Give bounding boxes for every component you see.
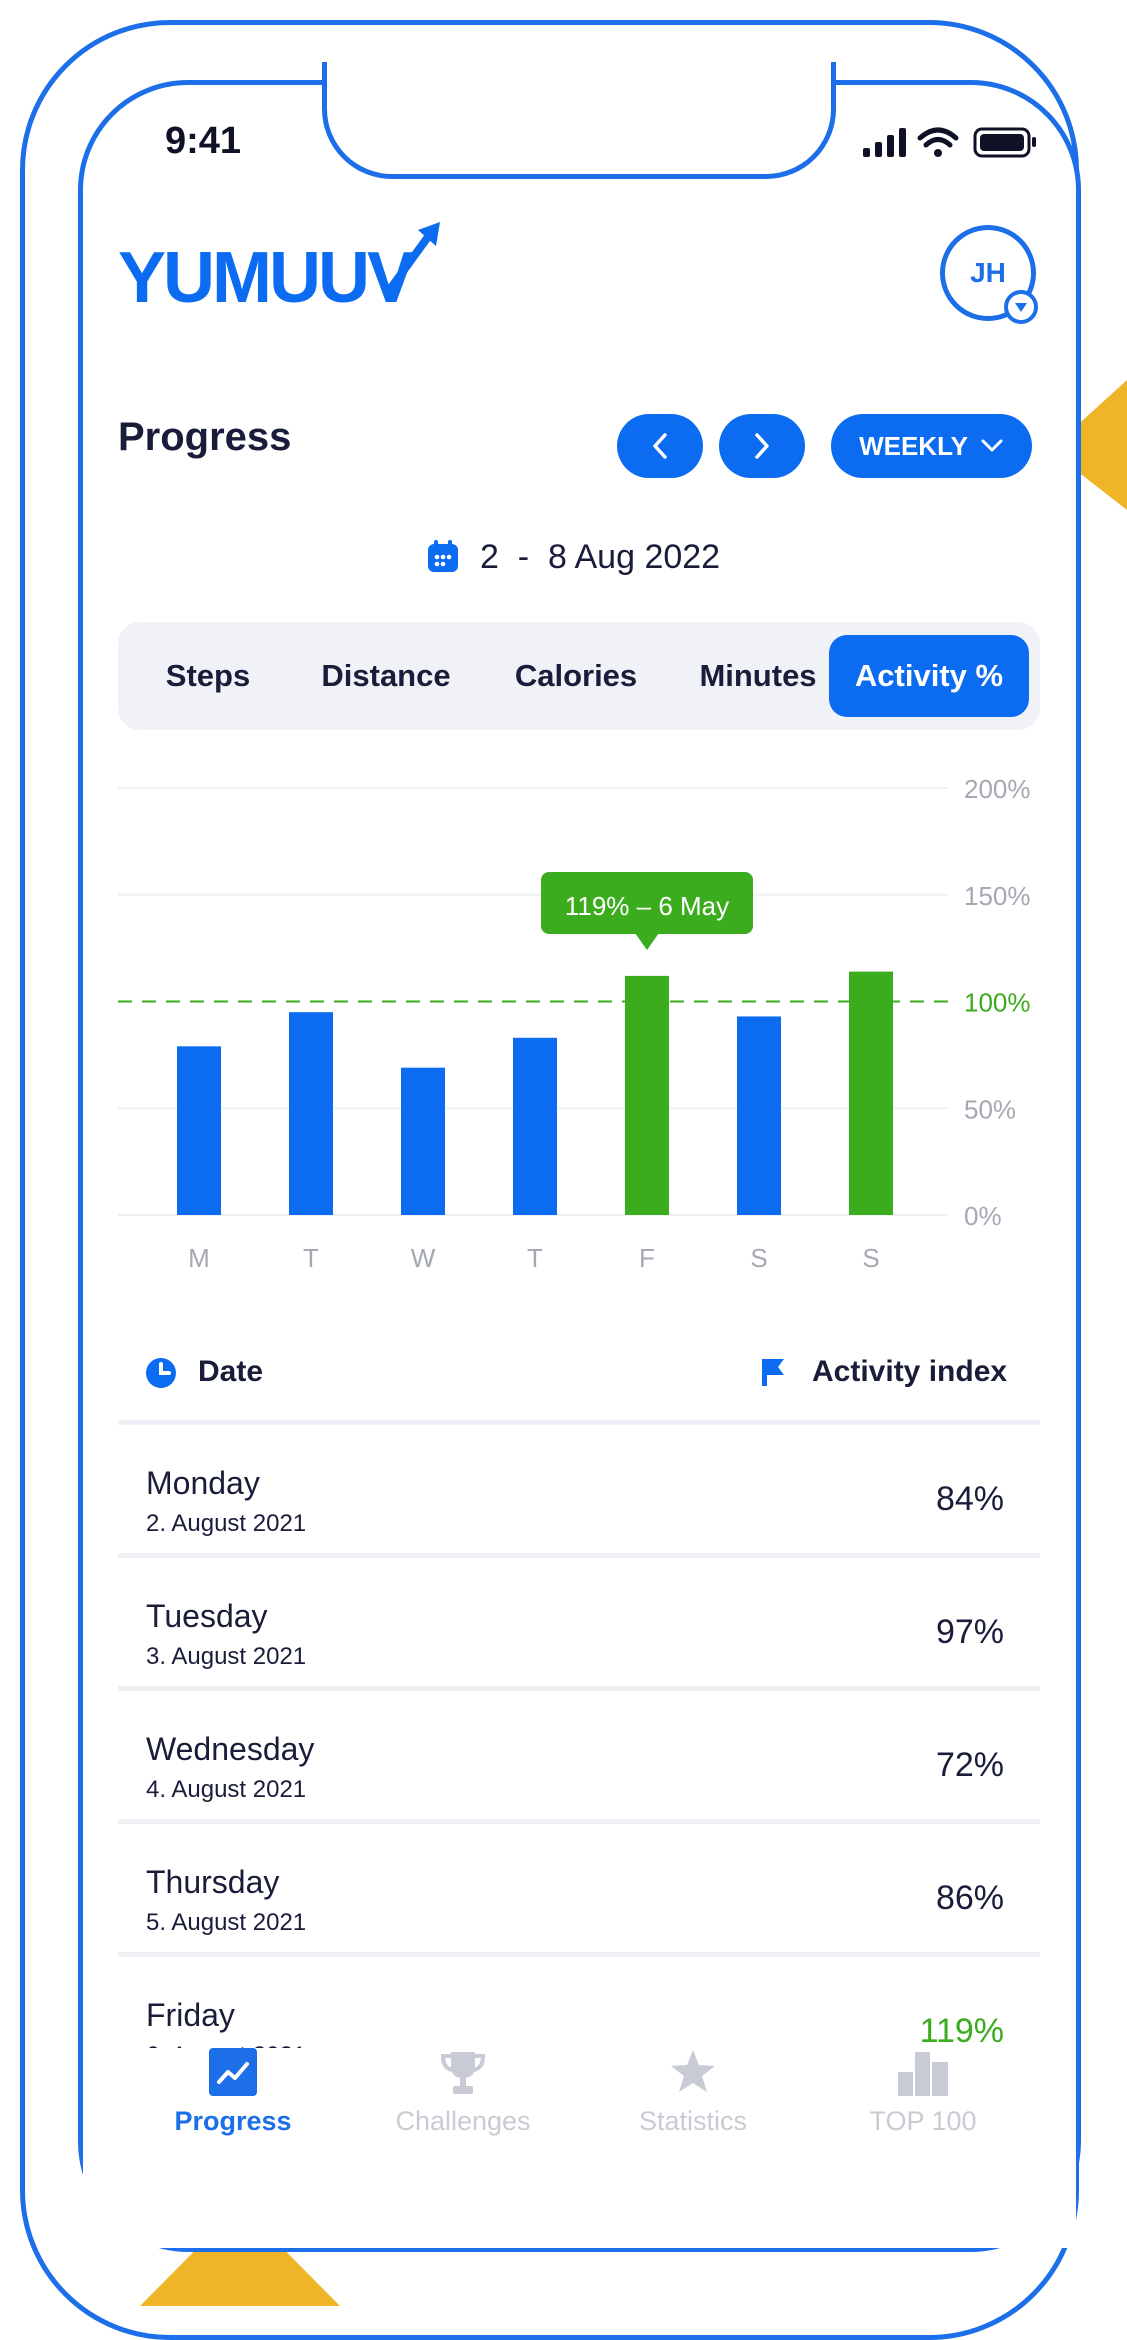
signal-icon [863, 128, 906, 157]
table-row[interactable]: Thursday 5. August 2021 86% [118, 1819, 1040, 1952]
table-row[interactable]: Friday 6. August 2021 119% [118, 1952, 1040, 2052]
tab-minutes[interactable]: Minutes [668, 622, 848, 730]
wifi-icon [917, 127, 959, 148]
podium-icon [898, 2052, 948, 2096]
chevron-down-icon [981, 439, 1003, 452]
x-tick-label: W [411, 1243, 436, 1273]
row-day: Wednesday [146, 1731, 315, 1767]
chart-bar [737, 1016, 781, 1215]
row-date: 3. August 2021 [146, 1643, 307, 1670]
y-tick-label: 200% [964, 774, 1031, 804]
chevron-left-icon [653, 433, 667, 459]
y-tick-label: 50% [964, 1094, 1016, 1124]
period-select-button[interactable]: WEEKLY [831, 414, 1032, 478]
avatar-initials: JH [970, 257, 1006, 288]
nav-challenges[interactable]: Challenges [353, 2048, 573, 2188]
status-icons [863, 127, 1036, 158]
bottom-navigation: Progress Challenges Statistics TOP 100 [83, 2048, 1076, 2248]
date-column-header: Date [198, 1355, 264, 1388]
row-value: 86% [935, 1879, 1004, 1917]
star-icon [671, 2050, 715, 2092]
next-period-button[interactable] [719, 414, 805, 478]
activity-index-column-header: Activity index [812, 1355, 1008, 1388]
y-tick-label: 150% [964, 881, 1031, 911]
page-title: Progress [118, 415, 292, 459]
tab-distance[interactable]: Distance [288, 622, 484, 730]
date-range-text: 2 - 8 Aug 2022 [480, 537, 721, 576]
activity-chart: 0% 50% 100% 150% 200% M T W T F S S 119% – 6 May [118, 774, 1031, 1273]
nav-label: Challenges [395, 2106, 531, 2136]
status-time: 9:41 [165, 120, 242, 162]
date-range: 2 - 8 Aug 2022 [426, 535, 720, 579]
row-date: 5. August 2021 [146, 1909, 307, 1936]
nav-label: Progress [174, 2106, 292, 2136]
row-value: 97% [935, 1613, 1004, 1651]
x-tick-label: M [188, 1243, 210, 1273]
tab-calories[interactable]: Calories [484, 622, 668, 730]
x-tick-label: F [639, 1243, 655, 1273]
previous-period-button[interactable] [617, 414, 703, 478]
nav-progress[interactable]: Progress [123, 2048, 343, 2188]
chevron-right-icon [755, 433, 769, 459]
nav-label: Statistics [638, 2106, 748, 2136]
row-date: 2. August 2021 [146, 1510, 307, 1537]
avatar-menu-icon[interactable] [1004, 290, 1038, 324]
chart-icon [209, 2048, 257, 2096]
nav-statistics[interactable]: Statistics [583, 2048, 803, 2188]
table-row[interactable]: Wednesday 4. August 2021 72% [118, 1686, 1040, 1819]
x-tick-label: T [527, 1243, 543, 1273]
chart-bar [625, 975, 669, 1215]
nav-label: TOP 100 [869, 2106, 977, 2136]
x-tick-label: S [862, 1243, 879, 1273]
y-tick-label: 100% [964, 988, 1031, 1018]
battery-icon [973, 127, 1036, 158]
chart-bar [401, 1067, 445, 1215]
row-date: 4. August 2021 [146, 1776, 307, 1803]
x-tick-label: T [303, 1243, 319, 1273]
calendar-icon [428, 540, 458, 572]
y-tick-label: 0% [964, 1201, 1002, 1231]
chart-bar [513, 1037, 557, 1215]
row-day: Thursday [146, 1864, 280, 1900]
row-value: 119% [919, 2012, 1004, 2050]
chart-tooltip-text: 119% – 6 May [565, 891, 729, 921]
chart-bar [289, 1012, 333, 1215]
row-value: 84% [935, 1480, 1004, 1518]
chart-bar [849, 971, 893, 1215]
clock-icon [146, 1358, 176, 1388]
period-label: WEEKLY [859, 430, 968, 461]
row-value: 72% [935, 1746, 1004, 1784]
yumuuv-logo: YUMUUV [118, 222, 440, 312]
trophy-icon [440, 2052, 486, 2094]
chart-bar [177, 1046, 221, 1215]
nav-top-100[interactable]: TOP 100 [813, 2048, 1033, 2188]
tab-steps[interactable]: Steps [128, 622, 288, 730]
list-header: Date Activity index [118, 1340, 1040, 1416]
chart-tooltip-pointer [635, 933, 659, 950]
row-day: Friday [146, 1997, 235, 2033]
row-day: Tuesday [146, 1598, 268, 1634]
table-row[interactable]: Tuesday 3. August 2021 97% [118, 1553, 1040, 1686]
metric-tabs: Steps Distance Calories Minutes Activity… [118, 622, 1040, 730]
row-day: Monday [146, 1465, 260, 1501]
table-row[interactable]: Monday 2. August 2021 84% [118, 1420, 1040, 1553]
flag-icon [762, 1359, 784, 1386]
tab-activity-percent[interactable]: Activity % [829, 635, 1029, 717]
x-tick-label: S [750, 1243, 767, 1273]
logo-text: YUMUUV [118, 238, 415, 312]
